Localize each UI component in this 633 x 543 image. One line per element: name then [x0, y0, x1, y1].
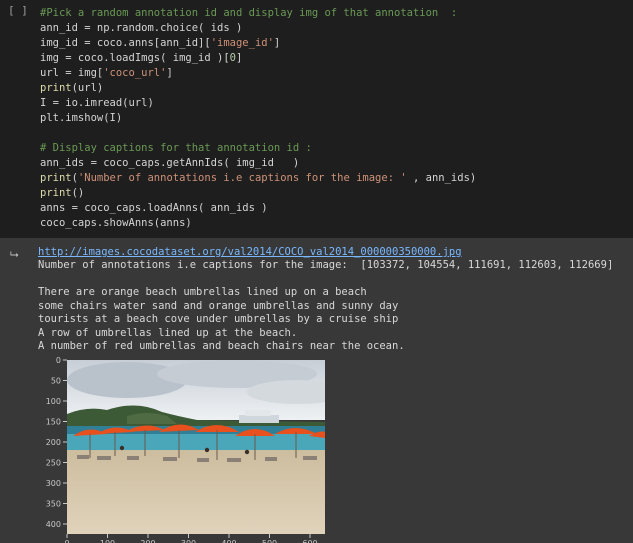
- code-token: img_id = coco.anns[ann_id][: [40, 37, 211, 49]
- code-token: ann_id = np.random.choice( ids ): [40, 22, 243, 34]
- code-line[interactable]: print('Number of annotations i.e caption…: [40, 171, 476, 186]
- x-tick-label: 500: [262, 539, 277, 543]
- code-token: coco_caps.showAnns(anns): [40, 217, 192, 229]
- code-token: (): [71, 187, 85, 199]
- code-line[interactable]: I = io.imread(url): [40, 96, 476, 111]
- x-tick-label: 200: [140, 539, 155, 543]
- code-token: img = coco.loadImgs( img_id )[: [40, 52, 230, 64]
- code-line[interactable]: img = coco.loadImgs( img_id )[0]: [40, 51, 476, 66]
- y-tick-label: 250: [46, 459, 61, 468]
- y-tick-label: 100: [46, 397, 61, 406]
- code-token: ]: [273, 37, 281, 49]
- x-tick-label: 300: [181, 539, 196, 543]
- beach-photo-drawing: [67, 360, 325, 534]
- code-token: 'coco_url': [103, 67, 167, 79]
- code-token: url = img[: [40, 67, 104, 79]
- y-tick-label: 200: [46, 438, 61, 447]
- x-tick-label: 0: [64, 539, 69, 543]
- x-tick-label: 600: [302, 539, 317, 543]
- code-token: ]: [235, 52, 243, 64]
- code-token: anns = coco_caps.loadAnns( ann_ids ): [40, 202, 268, 214]
- image-plot: 0 50 100 150 200 250 300 350 400 0 100 200 300 400 50…: [30, 354, 330, 543]
- x-tick-label: 100: [100, 539, 115, 543]
- code-token: 'Number of annotations i.e captions for …: [77, 172, 407, 184]
- code-token: print: [40, 82, 72, 94]
- output-line: A number of red umbrellas and beach chai…: [38, 340, 405, 352]
- output-line: tourists at a beach cove under umbrellas…: [38, 313, 399, 325]
- code-token: ann_ids = coco_caps.getAnnIds( img_id ): [40, 157, 300, 169]
- code-line[interactable]: anns = coco_caps.loadAnns( ann_ids ): [40, 201, 476, 216]
- run-cell-button[interactable]: [ ]: [8, 4, 28, 17]
- code-line[interactable]: [40, 126, 476, 141]
- code-line[interactable]: #Pick a random annotation id and display…: [40, 6, 476, 21]
- code-line[interactable]: plt.imshow(I): [40, 111, 476, 126]
- code-editor[interactable]: #Pick a random annotation id and display…: [40, 6, 476, 231]
- code-token: # Display captions for that annotation i…: [40, 142, 312, 154]
- code-token: print: [40, 172, 72, 184]
- y-tick-label: 150: [46, 418, 61, 427]
- code-line[interactable]: ann_ids = coco_caps.getAnnIds( img_id ): [40, 156, 476, 171]
- code-token: , ann_ids): [406, 172, 477, 184]
- code-token: I = io.imread(url): [40, 97, 154, 109]
- code-cell[interactable]: [ ] #Pick a random annotation id and dis…: [0, 0, 633, 238]
- y-tick-label: 50: [51, 377, 61, 386]
- code-line[interactable]: print(url): [40, 81, 476, 96]
- output-text: Number of annotations i.e captions for t…: [38, 259, 613, 354]
- output-line: Number of annotations i.e captions for t…: [38, 259, 614, 271]
- y-tick-label: 400: [46, 520, 61, 529]
- y-tick-label: 350: [46, 500, 61, 509]
- code-token: (url): [71, 82, 104, 94]
- code-line[interactable]: print(): [40, 186, 476, 201]
- output-line: A row of umbrellas lined up at the beach…: [38, 326, 298, 339]
- code-line[interactable]: ann_id = np.random.choice( ids ): [40, 21, 476, 36]
- code-token: #Pick a random annotation id and display…: [40, 7, 458, 19]
- output-line: There are orange beach umbrellas lined u…: [38, 286, 367, 298]
- y-tick-label: 300: [46, 479, 61, 488]
- output-line: some chairs water sand and orange umbrel…: [38, 299, 399, 312]
- code-line[interactable]: # Display captions for that annotation i…: [40, 141, 476, 156]
- beach-photo: [67, 360, 325, 534]
- code-token: plt.imshow(I): [40, 112, 123, 124]
- code-line[interactable]: coco_caps.showAnns(anns): [40, 216, 476, 231]
- image-url-link[interactable]: http://images.cocodataset.org/val2014/CO…: [38, 246, 462, 258]
- code-line[interactable]: url = img['coco_url']: [40, 66, 476, 81]
- y-tick-label: 0: [56, 356, 61, 365]
- x-tick-label: 400: [221, 539, 236, 543]
- output-arrow-icon: ⮡: [10, 248, 19, 261]
- code-token: print: [40, 187, 72, 199]
- code-token: 'image_id': [210, 37, 274, 49]
- code-token: ]: [166, 67, 173, 79]
- code-line[interactable]: img_id = coco.anns[ann_id]['image_id']: [40, 36, 476, 51]
